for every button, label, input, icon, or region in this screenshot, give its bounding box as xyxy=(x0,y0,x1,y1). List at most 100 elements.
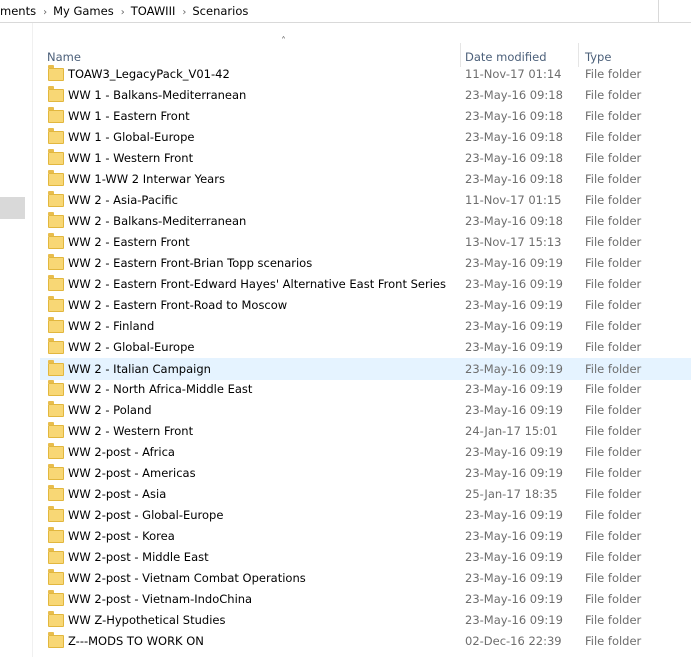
file-date-modified: 25-Jan-17 18:35 xyxy=(465,487,558,501)
file-date-modified: 23-May-16 09:19 xyxy=(465,277,563,291)
file-row[interactable]: WW 2 - North Africa-Middle East 23-May-16… xyxy=(40,379,691,400)
file-type: File folder xyxy=(585,382,642,396)
column-header-type[interactable]: Type xyxy=(585,50,611,64)
breadcrumb-item-my-games[interactable]: My Games xyxy=(53,0,114,22)
file-type: File folder xyxy=(585,340,642,354)
file-date-modified: 23-May-16 09:19 xyxy=(465,613,563,627)
folder-icon xyxy=(48,191,64,207)
file-type: File folder xyxy=(585,592,642,606)
address-bar[interactable]: ments › My Games › TOAWIII › Scenarios xyxy=(0,0,691,23)
folder-icon xyxy=(48,65,64,81)
file-date-modified: 23-May-16 09:18 xyxy=(465,88,563,102)
file-date-modified: 23-May-16 09:18 xyxy=(465,172,563,186)
file-name: WW 2 - Asia-Pacific xyxy=(68,193,178,207)
file-row[interactable]: WW 1 - Eastern Front 23-May-16 09:18 File … xyxy=(40,106,691,127)
file-date-modified: 23-May-16 09:19 xyxy=(465,466,563,480)
folder-icon xyxy=(48,548,64,564)
chevron-right-icon[interactable]: › xyxy=(121,2,125,24)
file-name: WW 2 - Poland xyxy=(68,403,152,417)
file-row[interactable]: WW 1 - Global-Europe 23-May-16 09:18 File … xyxy=(40,127,691,148)
file-type: File folder xyxy=(585,319,642,333)
chevron-right-icon[interactable]: › xyxy=(43,2,47,24)
file-row[interactable]: WW 1 - Western Front 23-May-16 09:18 File … xyxy=(40,148,691,169)
file-type: File folder xyxy=(585,151,642,165)
file-row[interactable]: TOAW3_LegacyPack_V01-42 11-Nov-17 01:14 Fi… xyxy=(40,64,691,85)
file-name: WW 2 - Eastern Front-Edward Hayes' Alter… xyxy=(68,277,446,291)
file-name: WW 2-post - Korea xyxy=(68,529,175,543)
file-date-modified: 23-May-16 09:19 xyxy=(465,508,563,522)
navigation-pane[interactable] xyxy=(0,23,33,657)
file-date-modified: 23-May-16 09:19 xyxy=(465,382,563,396)
file-row[interactable]: WW 2-post - Americas 23-May-16 09:19 File … xyxy=(40,463,691,484)
folder-icon xyxy=(48,464,64,480)
file-name: WW Z-Hypothetical Studies xyxy=(68,613,226,627)
file-name: WW 2-post - Asia xyxy=(68,487,167,501)
file-row[interactable]: WW 2 - Poland 23-May-16 09:19 File folder xyxy=(40,400,691,421)
sort-ascending-icon: ˄ xyxy=(281,36,286,47)
search-input[interactable] xyxy=(658,0,691,22)
file-type: File folder xyxy=(585,550,642,564)
file-row[interactable]: WW 1-WW 2 Interwar Years 23-May-16 09:18 F… xyxy=(40,169,691,190)
file-name: WW 1 - Balkans-Mediterranean xyxy=(68,88,247,102)
file-date-modified: 11-Nov-17 01:15 xyxy=(465,193,562,207)
file-name: WW 2 - Eastern Front xyxy=(68,235,190,249)
file-row[interactable]: WW 2 - Asia-Pacific 11-Nov-17 01:15 File f… xyxy=(40,190,691,211)
file-row[interactable]: WW 2-post - Korea 23-May-16 09:19 File fol… xyxy=(40,526,691,547)
file-row[interactable]: WW 2 - Balkans-Mediterranean 23-May-16 09… xyxy=(40,211,691,232)
file-date-modified: 23-May-16 09:19 xyxy=(465,445,563,459)
chevron-right-icon[interactable]: › xyxy=(182,2,186,24)
file-row[interactable]: WW 2-post - Asia 25-Jan-17 18:35 File fold… xyxy=(40,484,691,505)
file-name: WW 2-post - Vietnam Combat Operations xyxy=(68,571,306,585)
breadcrumb: ments › My Games › TOAWIII › Scenarios xyxy=(0,0,248,22)
file-row[interactable]: WW 2 - Eastern Front-Brian Topp scenario… xyxy=(40,253,691,274)
file-type: File folder xyxy=(585,193,642,207)
folder-icon xyxy=(48,360,64,376)
file-date-modified: 23-May-16 09:19 xyxy=(465,256,563,270)
folder-icon xyxy=(48,212,64,228)
breadcrumb-item-toawiii[interactable]: TOAWIII xyxy=(131,0,176,22)
folder-icon xyxy=(48,401,64,417)
file-row[interactable]: WW 2-post - Global-Europe 23-May-16 09:19… xyxy=(40,505,691,526)
file-name: Z---MODS TO WORK ON xyxy=(68,634,204,648)
file-date-modified: 02-Dec-16 22:39 xyxy=(465,634,562,648)
file-name: WW 2 - Balkans-Mediterranean xyxy=(68,214,247,228)
file-row[interactable]: WW 2 - Eastern Front-Edward Hayes' Alter… xyxy=(40,274,691,295)
folder-icon xyxy=(48,380,64,396)
folder-icon xyxy=(48,569,64,585)
file-row[interactable]: WW 2 - Finland 23-May-16 09:19 File folder xyxy=(40,316,691,337)
file-row[interactable]: WW 2-post - Middle East 23-May-16 09:19 Fi… xyxy=(40,547,691,568)
breadcrumb-item-documents[interactable]: ments xyxy=(0,0,36,22)
file-date-modified: 23-May-16 09:19 xyxy=(465,319,563,333)
file-row[interactable]: WW 2 - Eastern Front-Road to Moscow 23-Ma… xyxy=(40,295,691,316)
file-row[interactable]: WW 2-post - Vietnam-IndoChina 23-May-16 0… xyxy=(40,589,691,610)
folder-icon xyxy=(48,296,64,312)
file-type: File folder xyxy=(585,445,642,459)
column-header-name[interactable]: Name xyxy=(47,50,81,64)
file-row[interactable]: Z---MODS TO WORK ON 02-Dec-16 22:39 File f… xyxy=(40,631,691,652)
file-row[interactable]: WW 2 - Western Front 24-Jan-17 15:01 File … xyxy=(40,421,691,442)
file-name: WW 1 - Eastern Front xyxy=(68,109,190,123)
file-row[interactable]: WW 2 - Eastern Front 13-Nov-17 15:13 File … xyxy=(40,232,691,253)
column-header-date-modified[interactable]: Date modified xyxy=(465,50,547,64)
file-row[interactable]: WW 2 - Global-Europe 23-May-16 09:19 File … xyxy=(40,337,691,358)
file-date-modified: 11-Nov-17 01:14 xyxy=(465,67,562,81)
file-date-modified: 23-May-16 09:19 xyxy=(465,592,563,606)
folder-icon xyxy=(48,149,64,165)
file-row[interactable]: WW 2-post - Vietnam Combat Operations 23-… xyxy=(40,568,691,589)
file-type: File folder xyxy=(585,529,642,543)
breadcrumb-item-scenarios[interactable]: Scenarios xyxy=(192,0,248,22)
file-type: File folder xyxy=(585,571,642,585)
file-row[interactable]: WW 1 - Balkans-Mediterranean 23-May-16 09… xyxy=(40,85,691,106)
file-type: File folder xyxy=(585,508,642,522)
file-date-modified: 23-May-16 09:18 xyxy=(465,214,563,228)
navigation-selected-item[interactable] xyxy=(0,197,25,219)
folder-icon xyxy=(48,86,64,102)
folder-icon xyxy=(48,590,64,606)
file-row[interactable]: WW 2-post - Africa 23-May-16 09:19 File fo… xyxy=(40,442,691,463)
file-row[interactable]: WW 2 - Italian Campaign 23-May-16 09:19 Fi… xyxy=(40,358,691,380)
file-row[interactable]: WW Z-Hypothetical Studies 23-May-16 09:19… xyxy=(40,610,691,631)
file-name: WW 2-post - Global-Europe xyxy=(68,508,224,522)
folder-icon xyxy=(48,443,64,459)
file-date-modified: 23-May-16 09:18 xyxy=(465,109,563,123)
file-name: WW 2-post - Americas xyxy=(68,466,196,480)
